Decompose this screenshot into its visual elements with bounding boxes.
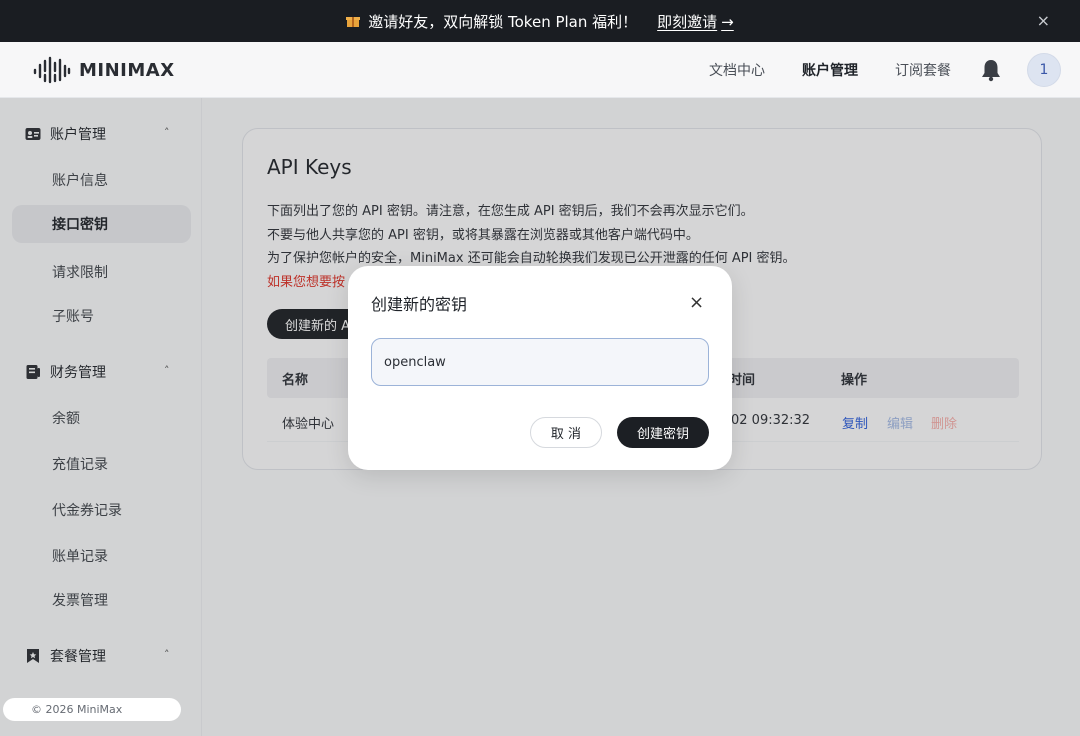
arrow-right-icon: →	[721, 12, 734, 31]
nav-docs[interactable]: 文档中心	[709, 42, 765, 98]
nav-account[interactable]: 账户管理	[802, 42, 858, 98]
invite-link-label: 即刻邀请	[657, 12, 718, 31]
copyright-footer: © 2026 MiniMax	[3, 698, 181, 721]
cancel-button[interactable]: 取 消	[530, 417, 602, 448]
avatar[interactable]: 1	[1027, 53, 1061, 87]
gift-icon	[346, 17, 361, 27]
banner-close-button[interactable]: ×	[1037, 11, 1050, 30]
top-header: MINIMAX 文档中心 账户管理 订阅套餐 1	[0, 42, 1080, 98]
promo-banner: 邀请好友，双向解锁 Token Plan 福利！ 即刻邀请 → ×	[0, 0, 1080, 42]
waveform-logo-icon	[33, 56, 71, 84]
logo[interactable]: MINIMAX	[33, 55, 175, 85]
create-key-button[interactable]: 创建密钥	[617, 417, 709, 448]
bell-icon[interactable]	[980, 58, 1002, 82]
close-icon[interactable]: ×	[689, 292, 704, 313]
create-key-dialog: 创建新的密钥 × 取 消 创建密钥	[348, 266, 732, 470]
promo-text: 邀请好友，双向解锁 Token Plan 福利！	[368, 12, 638, 31]
logo-text: MINIMAX	[79, 59, 175, 81]
invite-link[interactable]: 即刻邀请 →	[657, 11, 734, 32]
key-name-input[interactable]	[371, 338, 709, 386]
nav-subscription[interactable]: 订阅套餐	[895, 42, 951, 98]
dialog-title: 创建新的密钥	[371, 295, 468, 314]
